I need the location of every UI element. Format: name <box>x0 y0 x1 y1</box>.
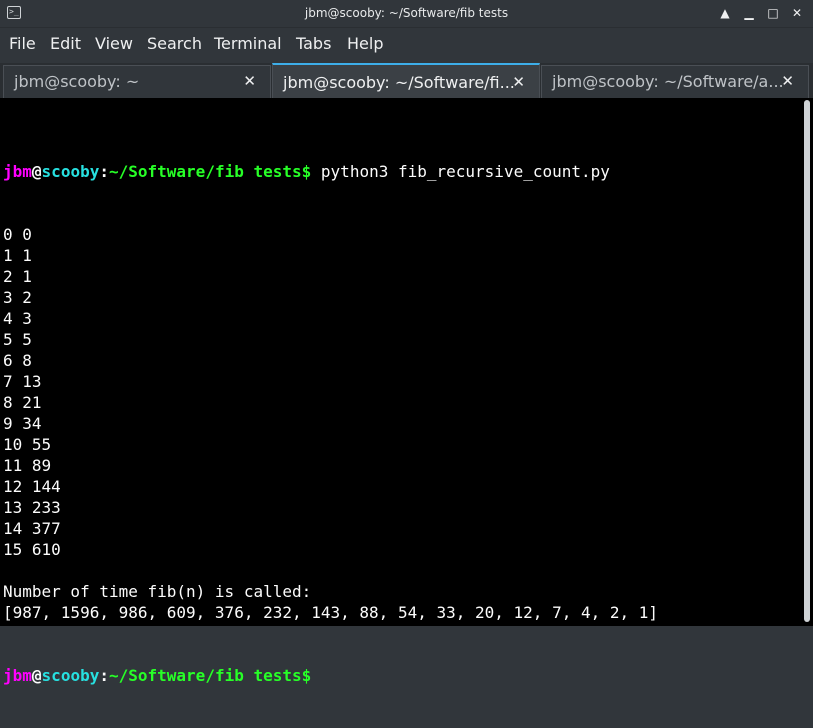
menu-terminal[interactable]: Terminal <box>214 28 282 62</box>
keep-above-button[interactable]: ▲ <box>716 5 734 22</box>
tab-software-other[interactable]: jbm@scooby: ~/Software/a... ✕ <box>541 65 809 98</box>
menu-help[interactable]: Help <box>347 28 383 62</box>
output-line: 4 3 <box>3 309 32 328</box>
close-icon[interactable]: ✕ <box>243 72 256 90</box>
output-line: 1 1 <box>3 246 32 265</box>
close-icon[interactable]: ✕ <box>512 73 525 91</box>
close-icon[interactable]: ✕ <box>781 72 794 90</box>
output-line: Number of time fib(n) is called: <box>3 582 312 601</box>
prompt-host: scooby <box>41 666 100 685</box>
output-line: 5 5 <box>3 330 32 349</box>
output-line: [987, 1596, 986, 609, 376, 232, 143, 88,… <box>3 603 659 622</box>
prompt-host: scooby <box>41 162 100 181</box>
output-line: 2 1 <box>3 267 32 286</box>
menu-tabs[interactable]: Tabs <box>296 28 331 62</box>
menu-search[interactable]: Search <box>147 28 202 62</box>
command-output: 0 0 1 1 2 1 3 2 4 3 5 5 6 8 7 13 8 21 9 34 10 55 11… <box>3 224 658 623</box>
output-line: 13 233 <box>3 498 61 517</box>
output-line: 0 0 <box>3 225 32 244</box>
terminal-window: >_ jbm@scooby: ~/Software/fib tests ▲ ▁ … <box>0 0 813 685</box>
tab-label: jbm@scooby: ~/Software/a... <box>552 72 784 91</box>
menu-bar: File Edit View Search Terminal Tabs Help <box>0 28 813 62</box>
tab-home[interactable]: jbm@scooby: ~ ✕ <box>3 65 271 98</box>
prompt-path: ~/Software/fib tests <box>108 666 302 685</box>
prompt-path: ~/Software/fib tests <box>108 162 302 181</box>
prompt-separator: : <box>99 666 109 685</box>
prompt-line: jbm@scooby:~/Software/fib tests$ <box>3 665 658 686</box>
maximize-button[interactable]: □ <box>764 5 782 22</box>
prompt-at: @ <box>31 666 42 685</box>
output-line: 14 377 <box>3 519 61 538</box>
menu-view[interactable]: View <box>95 28 133 62</box>
output-line: 12 144 <box>3 477 61 496</box>
terminal-output-area[interactable]: jbm@scooby:~/Software/fib tests$ python3… <box>0 98 813 685</box>
tab-bar: jbm@scooby: ~ ✕ jbm@scooby: ~/Software/f… <box>0 63 813 98</box>
output-line: 6 8 <box>3 351 32 370</box>
output-line: 10 55 <box>3 435 52 454</box>
output-line: 8 21 <box>3 393 42 412</box>
menu-file[interactable]: File <box>9 28 36 62</box>
output-line: 9 34 <box>3 414 42 433</box>
output-line: 11 89 <box>3 456 52 475</box>
tab-label: jbm@scooby: ~/Software/fi... <box>283 73 515 92</box>
menu-edit[interactable]: Edit <box>50 28 81 62</box>
prompt-user: jbm <box>3 666 32 685</box>
scrollbar[interactable] <box>804 100 810 622</box>
window-title: jbm@scooby: ~/Software/fib tests <box>304 6 509 20</box>
output-line: 7 13 <box>3 372 42 391</box>
minimize-button[interactable]: ▁ <box>740 5 758 22</box>
prompt-symbol: $ <box>301 162 312 181</box>
output-line: 15 610 <box>3 540 61 559</box>
output-line: 3 2 <box>3 288 32 307</box>
prompt-separator: : <box>99 162 109 181</box>
close-window-button[interactable]: ✕ <box>788 5 806 22</box>
title-bar[interactable]: >_ jbm@scooby: ~/Software/fib tests ▲ ▁ … <box>0 0 813 28</box>
prompt-user: jbm <box>3 162 32 181</box>
prompt-symbol: $ <box>301 666 312 685</box>
prompt-at: @ <box>31 162 42 181</box>
terminal-text: jbm@scooby:~/Software/fib tests$ python3… <box>3 119 658 728</box>
tab-fib-tests[interactable]: jbm@scooby: ~/Software/fi... ✕ <box>272 63 540 98</box>
prompt-line: jbm@scooby:~/Software/fib tests$ python3… <box>3 161 658 182</box>
command-text: python3 fib_recursive_count.py <box>311 162 610 181</box>
tab-label: jbm@scooby: ~ <box>14 72 140 91</box>
